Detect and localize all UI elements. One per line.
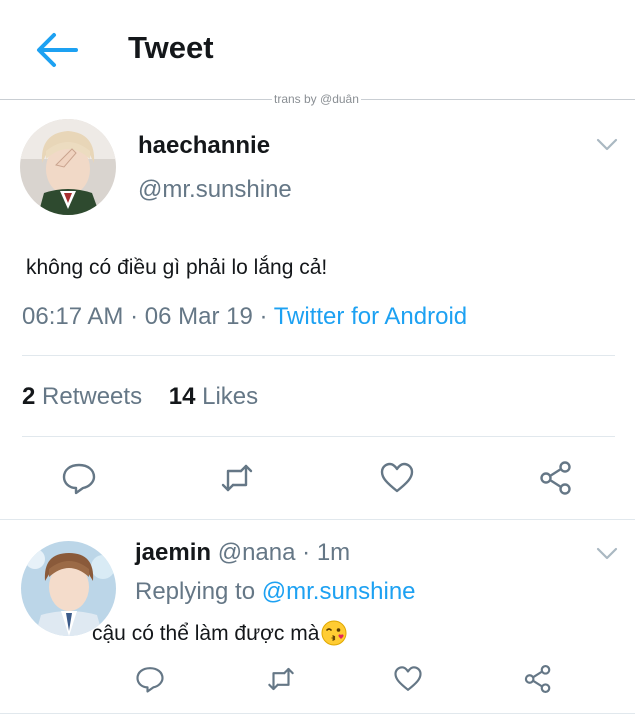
meta-separator: · [130,303,145,330]
chevron-down-icon[interactable] [596,138,618,152]
retweets-count: 2 [22,383,36,410]
avatar[interactable] [20,119,116,215]
reply-display-name[interactable]: jaemin [135,539,211,566]
retweet-icon[interactable] [266,664,296,694]
replying-label: Replying to [135,578,256,605]
divider [22,436,615,437]
tweet-meta: 06:17 AM · 06 Mar 19 · Twitter for Andro… [22,303,467,331]
heart-icon[interactable] [379,460,415,496]
divider [0,713,635,714]
likes-stat[interactable]: 14 Likes [169,383,258,410]
reply-handle[interactable]: @nana [218,539,296,566]
share-icon[interactable] [538,460,574,496]
tweet-date: 06 Mar 19 [144,303,253,330]
back-arrow-icon[interactable] [34,30,80,70]
replying-to-link[interactable]: @mr.sunshine [262,578,416,605]
chevron-down-icon[interactable] [596,547,618,561]
likes-label: Likes [202,383,259,410]
tweet-source-link[interactable]: Twitter for Android [274,303,467,330]
reply-text: cậu có thể làm được mà [92,622,320,645]
reply-age: 1m [316,539,351,566]
watermark-text: trans by @duân [272,92,361,106]
reply-text-row: cậu có thể làm được mà [92,620,347,646]
page-title: Tweet [128,30,214,65]
divider [0,519,635,520]
author-handle[interactable]: @mr.sunshine [138,176,292,204]
reply-icon[interactable] [61,460,97,496]
meta-separator: · [259,303,274,330]
reply-icon[interactable] [135,664,165,694]
divider [22,355,615,356]
meta-separator: · [302,539,311,566]
retweets-label: Retweets [42,383,143,410]
tweet-time: 06:17 AM [22,303,124,330]
author-display-name[interactable]: haechannie [138,132,270,160]
likes-count: 14 [168,383,196,410]
tweet-text: không có điều gì phải lo lắng cả! [26,256,328,279]
retweet-icon[interactable] [219,460,255,496]
replying-to: Replying to @mr.sunshine [135,578,416,606]
retweets-stat[interactable]: 2 Retweets [22,383,142,410]
reply-author: jaemin @nana · 1m [135,539,350,567]
heart-icon[interactable] [393,664,423,694]
share-icon[interactable] [523,664,553,694]
kissing-wink-emoji-icon [321,620,347,646]
engagement-stats: 2 Retweets 14 Likes [22,383,258,411]
